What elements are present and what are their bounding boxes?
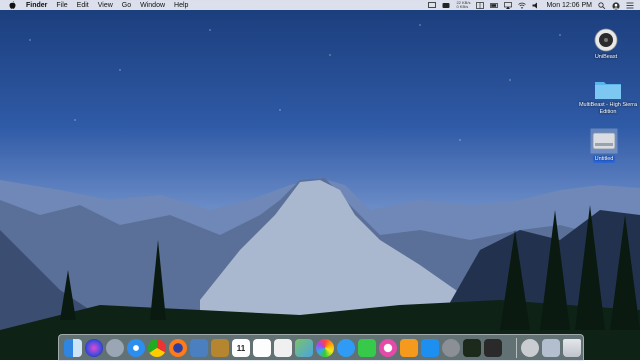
menu-finder[interactable]: Finder: [26, 2, 47, 9]
yosemite-wallpaper: [0, 178, 640, 360]
app-store-icon[interactable]: [421, 339, 439, 357]
trash-icon[interactable]: [563, 339, 581, 357]
siri-icon[interactable]: [85, 339, 103, 357]
network-download: 0 KB/s: [456, 4, 469, 9]
folder-icon: [595, 82, 621, 99]
launchpad-icon[interactable]: [106, 339, 124, 357]
preview-icon[interactable]: [190, 339, 208, 357]
menu-view[interactable]: View: [98, 2, 113, 9]
untitled-label: Untitled: [592, 156, 616, 163]
airplay-icon[interactable]: [504, 1, 513, 9]
search-icon[interactable]: [598, 1, 606, 9]
desktop-icon-untitled[interactable]: Untitled: [574, 128, 634, 163]
menu-list-icon[interactable]: [626, 2, 634, 9]
maps-icon[interactable]: [295, 339, 313, 357]
menu-file[interactable]: File: [56, 2, 67, 9]
unibeast-drive-icon: [594, 28, 618, 52]
dock: 11: [58, 334, 584, 361]
apple-menu-icon[interactable]: [8, 1, 17, 10]
wifi-icon[interactable]: [518, 2, 527, 9]
menu-bar: Finder File Edit View Go Window Help 22 …: [0, 0, 640, 10]
desktop: [0, 0, 640, 360]
menu-help[interactable]: Help: [174, 2, 188, 9]
menubar-clock[interactable]: Mon 12:06 PM: [546, 2, 592, 9]
menu-window[interactable]: Window: [140, 2, 165, 9]
network-speed: 22 KB/s 0 KB/s: [456, 1, 470, 9]
photos-icon[interactable]: [316, 339, 334, 357]
dock-separator: [516, 338, 517, 358]
activity-monitor-icon[interactable]: [463, 339, 481, 357]
downloads-icon[interactable]: [542, 339, 560, 357]
facetime-icon[interactable]: [358, 339, 376, 357]
chrome-icon[interactable]: [148, 339, 166, 357]
ibooks-icon[interactable]: [400, 339, 418, 357]
multibeast-label: MultiBeast - High Sierra Edition: [578, 102, 638, 115]
finder-icon[interactable]: [64, 339, 82, 357]
battery-icon[interactable]: [490, 2, 499, 9]
screen-record-icon[interactable]: [442, 2, 450, 9]
reminders-icon[interactable]: [253, 339, 271, 357]
user-avatar-icon[interactable]: [612, 1, 620, 10]
disk-utility-icon[interactable]: [521, 339, 539, 357]
display-icon[interactable]: [428, 1, 437, 9]
grid-icon[interactable]: [476, 1, 485, 9]
system-preferences-icon[interactable]: [442, 339, 460, 357]
firefox-icon[interactable]: [169, 339, 187, 357]
safari-icon[interactable]: [127, 339, 145, 357]
unibeast-label: UniBeast: [594, 54, 618, 60]
messages-icon[interactable]: [337, 339, 355, 357]
volume-icon[interactable]: [532, 2, 540, 9]
menu-go[interactable]: Go: [122, 2, 131, 9]
textedit-icon[interactable]: [274, 339, 292, 357]
desktop-icon-multibeast[interactable]: MultiBeast - High Sierra Edition: [576, 78, 640, 116]
itunes-icon[interactable]: [379, 339, 397, 357]
notes-icon[interactable]: [211, 339, 229, 357]
calendar-icon[interactable]: 11: [232, 339, 250, 357]
menu-edit[interactable]: Edit: [77, 2, 89, 9]
status-area: 22 KB/s 0 KB/s Mon 12:06 PM: [428, 0, 634, 10]
terminal-icon[interactable]: [484, 339, 502, 357]
disk-drive-icon: [590, 128, 618, 154]
desktop-icon-unibeast[interactable]: UniBeast: [576, 28, 636, 61]
